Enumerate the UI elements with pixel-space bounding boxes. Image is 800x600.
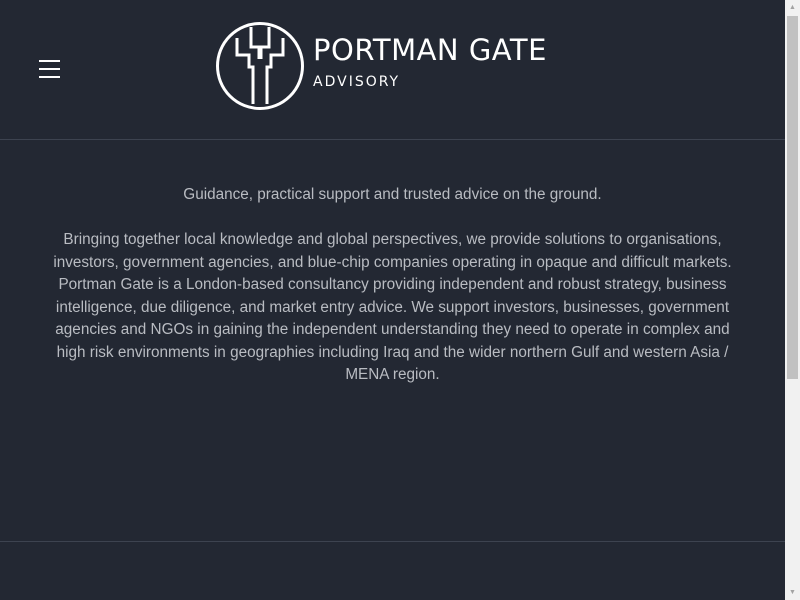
intro-section: Guidance, practical support and trusted … xyxy=(40,184,745,409)
logo-title: PORTMAN GATE xyxy=(313,33,547,67)
portman-gate-logo-mark-icon xyxy=(216,22,304,110)
scroll-down-arrow-icon[interactable]: ▼ xyxy=(785,585,800,600)
site-logo[interactable]: PORTMAN GATE ADVISORY xyxy=(215,21,547,111)
scrollbar-thumb[interactable] xyxy=(787,16,798,379)
intro-tagline: Guidance, practical support and trusted … xyxy=(183,186,602,203)
section-divider xyxy=(0,541,785,542)
site-header: PORTMAN GATE ADVISORY xyxy=(0,0,785,140)
menu-bar-middle xyxy=(39,68,60,70)
logo-subtitle: ADVISORY xyxy=(313,74,401,90)
page: PORTMAN GATE ADVISORY Guidance, practica… xyxy=(0,0,785,600)
intro-body: Bringing together local knowledge and gl… xyxy=(53,231,732,383)
hamburger-menu-icon[interactable] xyxy=(39,60,61,80)
menu-bar-top xyxy=(39,60,60,62)
scroll-up-arrow-icon[interactable]: ▲ xyxy=(785,0,800,15)
vertical-scrollbar[interactable]: ▲ ▼ xyxy=(785,0,800,600)
logo-text: PORTMAN GATE ADVISORY xyxy=(313,34,547,92)
menu-bar-bottom xyxy=(39,76,60,78)
